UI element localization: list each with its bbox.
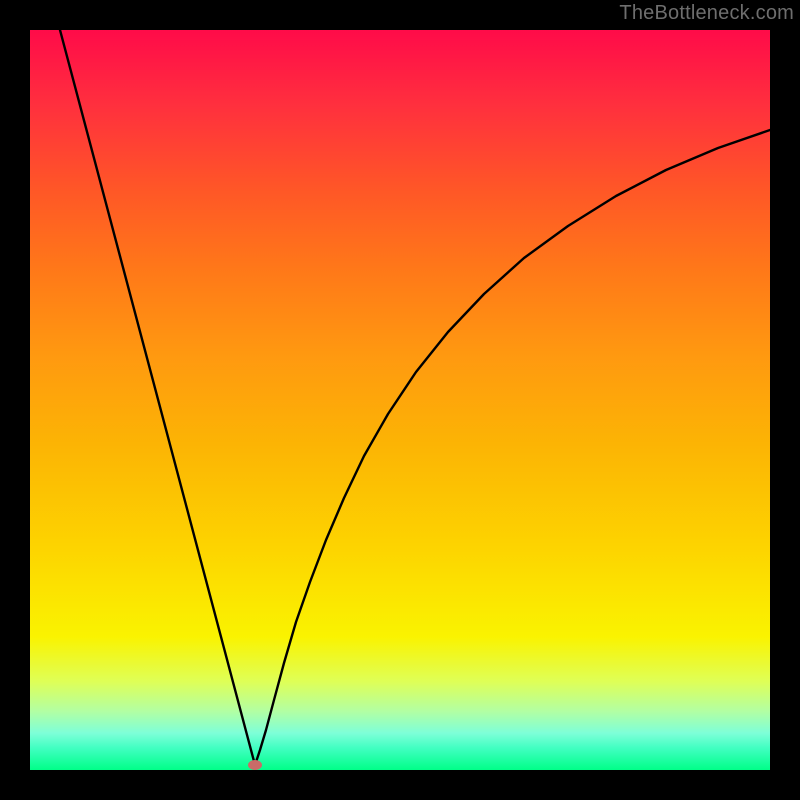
bottleneck-curve: [30, 30, 770, 770]
optimal-dot: [248, 760, 262, 770]
curve-path: [60, 30, 770, 765]
chart-area: [30, 30, 770, 770]
watermark-label: TheBottleneck.com: [619, 2, 794, 25]
